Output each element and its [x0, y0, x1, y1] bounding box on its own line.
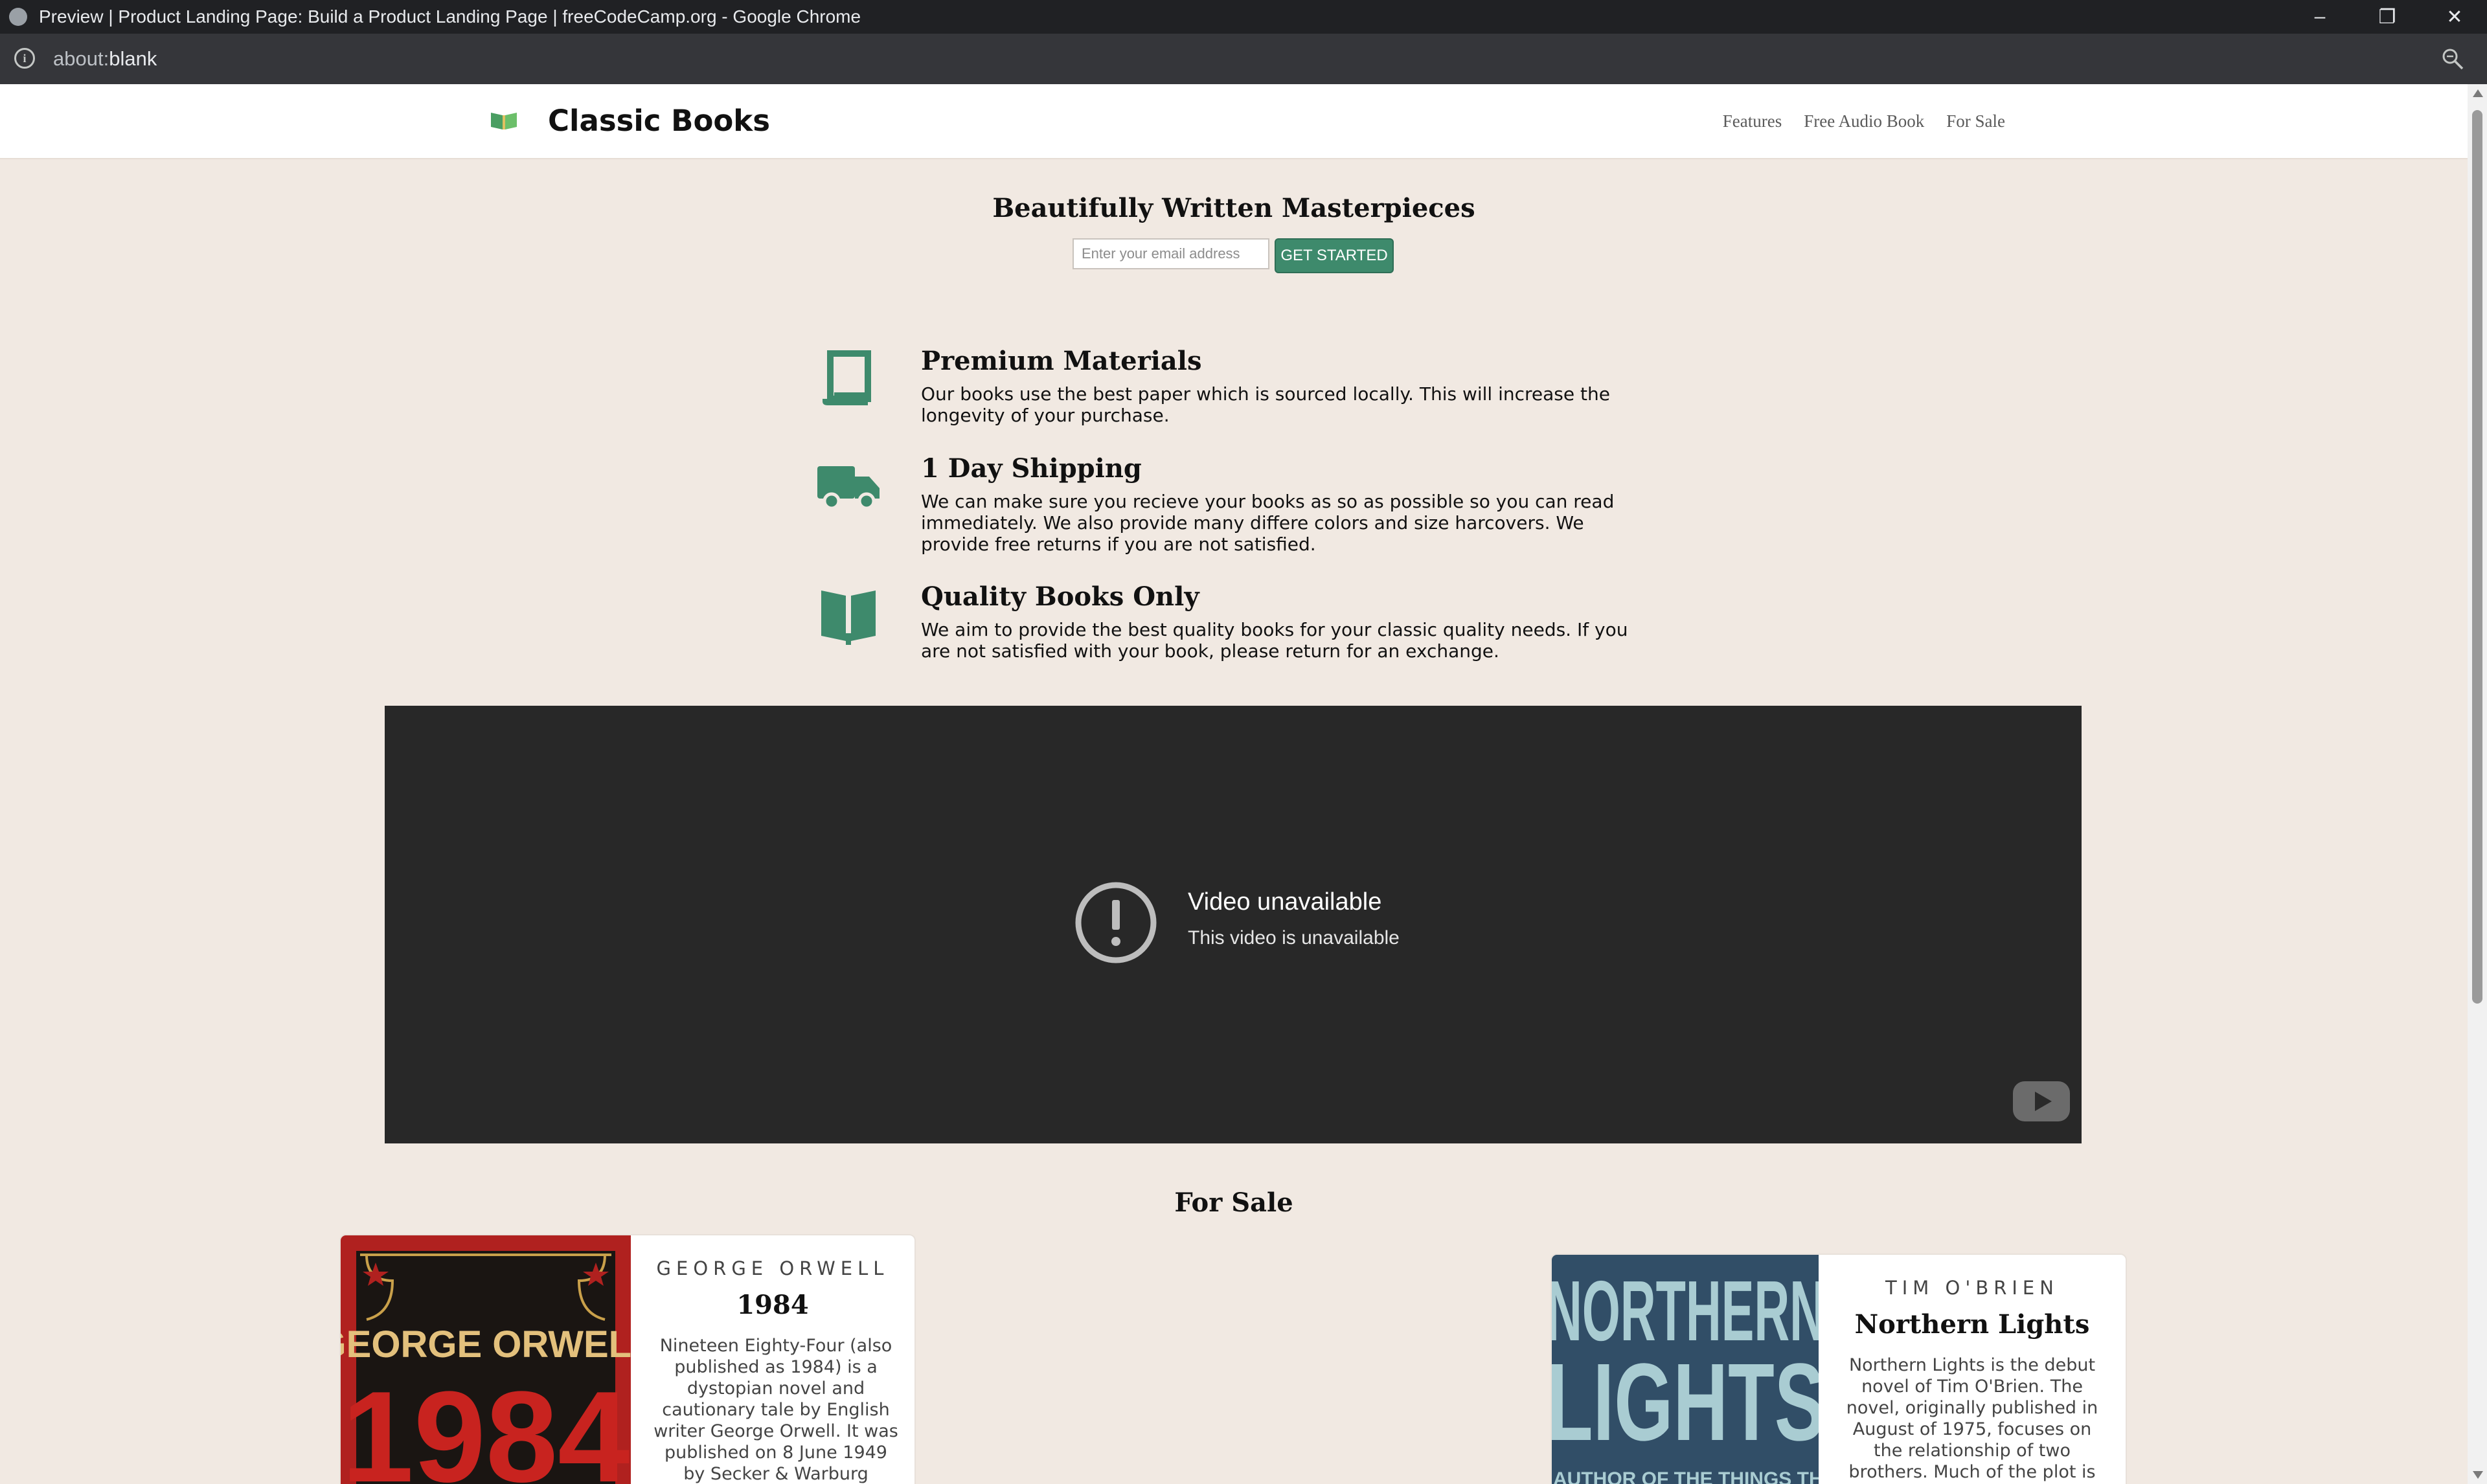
site-header: Classic Books Features Free Audio Book F… [0, 84, 2468, 159]
nav-link-free-audio-book[interactable]: Free Audio Book [1804, 111, 1924, 131]
globe-icon [9, 8, 27, 26]
scroll-up-arrow-icon[interactable] [2473, 89, 2483, 97]
feature-text: We can make sure you recieve your books … [921, 491, 1615, 555]
book-cover-1984: GEORGE ORWELL 1984 [341, 1235, 631, 1484]
book-cover-northern-lights: NORTHERN LIGHTS AUTHOR OF THE THINGS THE… [1552, 1255, 1819, 1484]
book-card-northern-lights: NORTHERN LIGHTS AUTHOR OF THE THINGS THE… [1550, 1254, 2127, 1484]
scrollbar-thumb[interactable] [2472, 110, 2482, 1004]
page-scrollbar[interactable] [2468, 84, 2487, 1484]
book-title: Northern Lights [1854, 1309, 2090, 1340]
main-nav: Features Free Audio Book For Sale [1723, 111, 2005, 131]
exclamation-circle-icon [1075, 882, 1157, 963]
for-sale-title: For Sale [1174, 1187, 1293, 1218]
email-input[interactable] [1073, 238, 1269, 269]
book-author: GEORGE ORWELL [656, 1257, 889, 1279]
cover-author-text: GEORGE ORWELL [341, 1323, 631, 1366]
youtube-logo-icon[interactable] [2013, 1081, 2070, 1121]
nav-link-features[interactable]: Features [1723, 111, 1782, 131]
book-description: Northern Lights is the debut novel of Ti… [1846, 1355, 2098, 1482]
url-field[interactable]: about:blank [53, 47, 157, 71]
feature-title: Quality Books Only [921, 581, 1199, 612]
minimize-button[interactable]: – [2288, 0, 2352, 34]
feature-premium-materials: Premium Materials Our books use the best… [816, 346, 1645, 443]
feature-text: Our books use the best paper which is so… [921, 383, 1610, 426]
book-author: TIM O'BRIEN [1885, 1277, 2059, 1299]
video-unavailable-subtitle: This video is unavailable [1188, 927, 1400, 949]
close-window-button[interactable]: ✕ [2422, 0, 2487, 34]
url-host: blank [109, 47, 157, 70]
video-unavailable-title: Video unavailable [1188, 888, 1382, 916]
cover-tagline: AUTHOR OF THE THINGS THEY CARRIED [1553, 1468, 1819, 1484]
book-description: Nineteen Eighty-Four (also published as … [653, 1336, 898, 1484]
book-card-1984: GEORGE ORWELL 1984 GEORGE ORWELL 1984 Ni… [339, 1234, 916, 1484]
feature-1-day-shipping: 1 Day Shipping We can make sure you reci… [816, 453, 1645, 570]
restore-button[interactable]: ❐ [2355, 0, 2420, 34]
page-content: Classic Books Features Free Audio Book F… [0, 84, 2468, 1484]
address-bar: i about:blank [0, 34, 2487, 84]
video-player[interactable]: Video unavailable This video is unavaila… [385, 706, 2082, 1143]
url-scheme: about: [53, 47, 109, 70]
scroll-icon [823, 350, 871, 405]
get-started-button[interactable]: GET STARTED [1275, 238, 1394, 273]
truck-icon [817, 466, 880, 510]
feature-quality-books-only: Quality Books Only We aim to provide the… [816, 581, 1645, 679]
signup-form: GET STARTED [1073, 238, 1394, 273]
scroll-down-arrow-icon[interactable] [2473, 1471, 2483, 1479]
brand-name: Classic Books [548, 104, 770, 138]
cover-title-text: 1984 [342, 1365, 630, 1484]
book-title: 1984 [736, 1290, 809, 1320]
open-book-logo-icon [491, 113, 517, 129]
browser-title-bar: Preview | Product Landing Page: Build a … [0, 0, 2487, 34]
book-icon [821, 590, 876, 645]
window-title: Preview | Product Landing Page: Build a … [39, 6, 861, 27]
cover-title-line-2: LIGHTS [1552, 1341, 1819, 1464]
feature-title: 1 Day Shipping [921, 453, 1142, 484]
hero-title: Beautifully Written Masterpieces [992, 193, 1475, 223]
nav-link-for-sale[interactable]: For Sale [1946, 111, 2005, 131]
feature-title: Premium Materials [921, 346, 1202, 376]
info-icon[interactable]: i [14, 48, 35, 69]
zoom-icon[interactable] [2442, 48, 2464, 70]
feature-text: We aim to provide the best quality books… [921, 619, 1628, 662]
